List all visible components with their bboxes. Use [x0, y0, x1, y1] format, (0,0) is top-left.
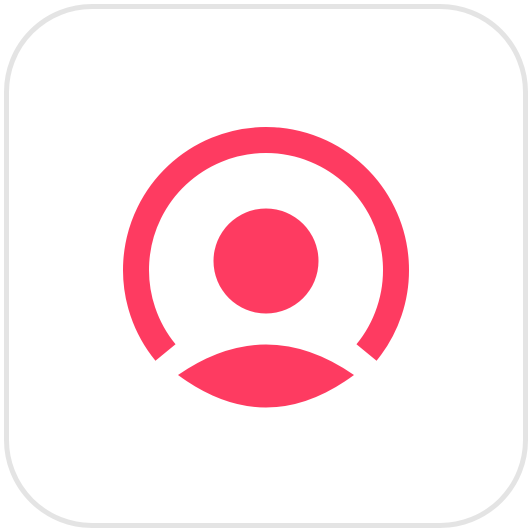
profile-body-shape — [178, 344, 354, 408]
user-profile-icon-svg — [123, 127, 409, 408]
profile-head-circle — [213, 208, 319, 314]
user-profile-icon — [0, 0, 532, 532]
